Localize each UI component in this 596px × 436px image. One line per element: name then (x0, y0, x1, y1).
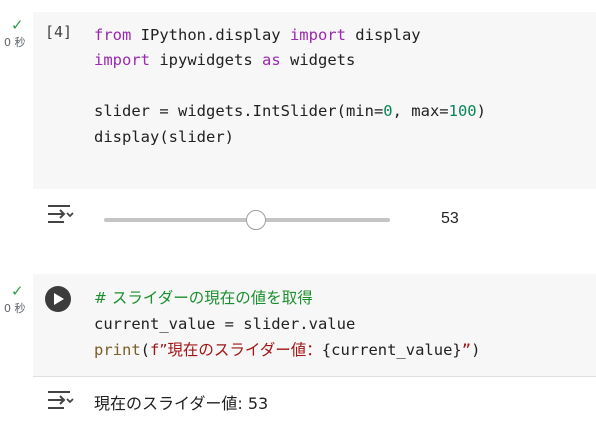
play-icon (54, 293, 64, 305)
number-literal: 100 (448, 102, 477, 120)
output-text: 現在のスライダー値: 53 (94, 394, 269, 413)
function-name: print (94, 341, 141, 359)
cell-2: ✓ 0 秒 # スライダーの現在の値を取得 current_value = sl… (0, 262, 596, 436)
int-slider[interactable] (104, 208, 390, 232)
execution-time: 0 秒 (4, 302, 26, 315)
execution-count: [4] (45, 23, 73, 41)
cell-1: ✓ 0 秒 [4] from IPython.display import di… (0, 0, 596, 262)
output-toggle-icon[interactable] (46, 202, 74, 226)
string-literal: ”現在のスライダー値： (159, 341, 322, 359)
code-line-2: current_value = slider.value (94, 315, 356, 333)
code-line-1: from IPython.display import display (94, 26, 421, 44)
code-line-4: slider = widgets.IntSlider(min=0, max=10… (94, 102, 486, 120)
execution-time: 0 秒 (4, 36, 26, 49)
slider-handle[interactable] (245, 210, 266, 230)
keyword: import (289, 26, 346, 44)
output-divider (33, 376, 596, 377)
keyword: as (261, 51, 281, 69)
code-line-3: print(f”現在のスライダー値：{current_value}”) (94, 341, 481, 359)
run-cell-button[interactable] (45, 286, 71, 312)
code-comment: # スライダーの現在の値を取得 (94, 289, 313, 307)
keyword: from (94, 26, 132, 44)
code-line-5: display(slider) (94, 128, 234, 146)
check-icon: ✓ (11, 282, 24, 300)
slider-readout: 53 (441, 210, 459, 227)
code-line-2: import ipywidgets as widgets (94, 51, 356, 69)
number-literal: 0 (383, 102, 393, 120)
keyword: import (94, 51, 150, 69)
output-toggle-icon[interactable] (46, 388, 74, 412)
check-icon: ✓ (11, 16, 24, 34)
